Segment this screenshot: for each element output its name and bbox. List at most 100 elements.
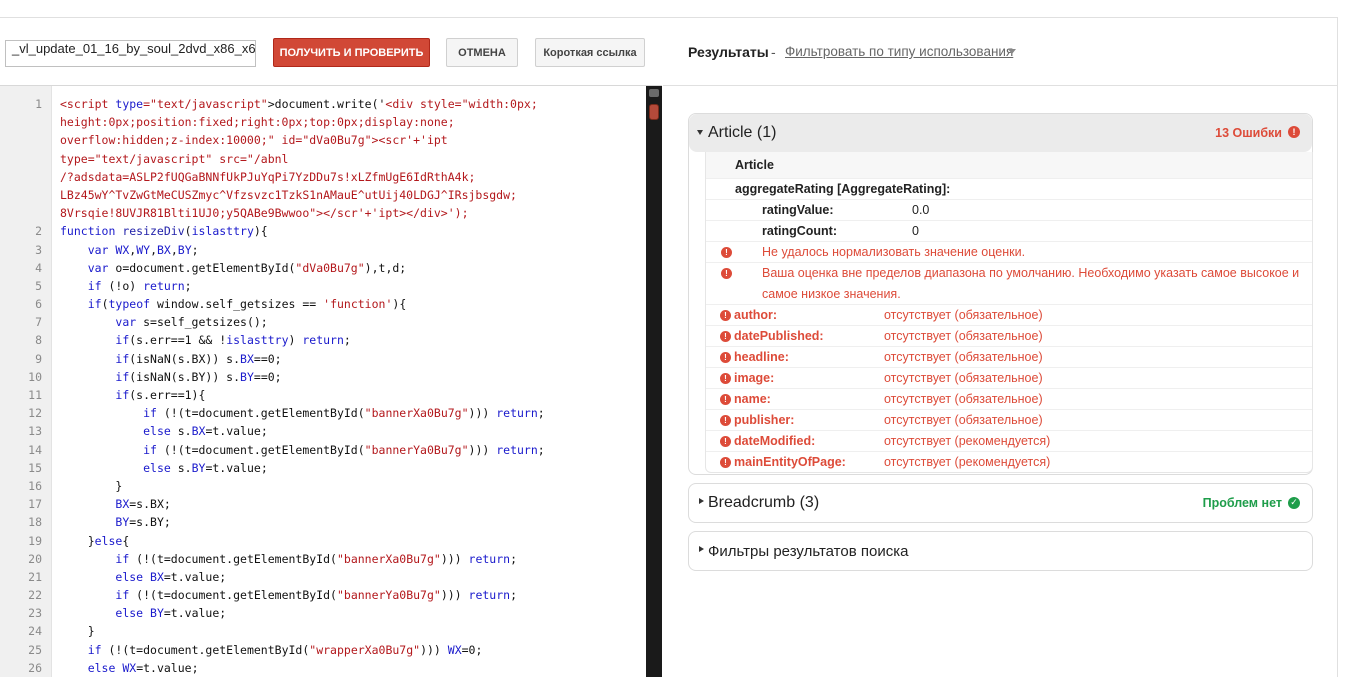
scrollbar[interactable] — [646, 86, 662, 677]
code-text: BX=s.BX; — [60, 495, 170, 513]
code-token: =t.value; — [163, 606, 227, 621]
url-input[interactable]: _vl_update_01_16_by_soul_2dvd_x86_x64 — [5, 40, 256, 67]
code-text: else s.BX=t.value; — [60, 422, 268, 440]
missing-property-row: ! publisher: отсутствует (обязательное) — [706, 409, 1312, 430]
type-label: Article — [735, 158, 774, 172]
code-text: }else{ — [60, 532, 130, 550]
code-token: type — [115, 97, 144, 111]
code-token: ( — [101, 297, 109, 312]
code-token: s. — [177, 424, 192, 439]
line-number: 24 — [28, 624, 42, 639]
line-number: 16 — [28, 478, 42, 493]
code-token: ; — [537, 406, 545, 421]
scroll-thumb[interactable] — [649, 104, 659, 120]
cancel-button[interactable]: ОТМЕНА — [446, 38, 518, 67]
article-card-header[interactable]: Article (1) 13 Ошибки ! — [689, 114, 1312, 152]
code-editor[interactable]: 1 <script type="text/javascript">document… — [0, 86, 662, 677]
code-token: return — [302, 333, 344, 348]
code-token: ))) — [440, 588, 469, 603]
code-token: ==0; — [253, 369, 282, 384]
code-token: BX — [157, 242, 171, 257]
filter-by-usage-link[interactable]: Фильтровать по типу использования — [785, 44, 1013, 59]
code-line-continuation: LBz45wY^TvZwGtMeCUSZmyc^Vfzsvzc1TzkS1nAM… — [60, 187, 517, 202]
error-icon: ! — [720, 331, 731, 342]
line-number: 7 — [35, 315, 42, 330]
code-token: (isNaN(s.BX)) s. — [129, 351, 241, 366]
toolbar: _vl_update_01_16_by_soul_2dvd_x86_x64 ПО… — [0, 18, 662, 86]
fetch-and-validate-button[interactable]: ПОЛУЧИТЬ И ПРОВЕРИТЬ — [273, 38, 430, 67]
code-token: "bannerXa0Bu7g" — [364, 406, 469, 421]
code-token: var — [87, 242, 116, 257]
code-token: ),t,d; — [364, 260, 407, 275]
code-token: =t.value; — [205, 424, 268, 439]
code-text: if (!(t=document.getElementById("wrapper… — [60, 641, 483, 659]
code-line: 15 else s.BY=t.value; — [0, 459, 645, 477]
line-number: 4 — [35, 260, 42, 275]
code-token: (!(t=document.getElementById( — [136, 551, 337, 566]
code-line: 11 if(s.err==1){ — [0, 386, 645, 404]
code-token: ; — [343, 333, 351, 348]
chevron-down-icon[interactable] — [1008, 49, 1016, 54]
line-number: 11 — [28, 388, 42, 402]
code-token: "wrapperXa0Bu7g" — [309, 642, 421, 657]
line-number: 19 — [28, 533, 42, 548]
scroll-up-button[interactable] — [649, 89, 659, 97]
code-token: (!(t=document.getElementById( — [163, 406, 365, 421]
error-icon: ! — [720, 457, 731, 468]
property-name: dateModified: — [734, 434, 816, 448]
code-token: WY — [136, 242, 151, 257]
code-text: function resizeDiv(islasttry){ — [60, 222, 268, 240]
code-token: (isNaN(s.BY)) s. — [129, 369, 241, 384]
short-link-button[interactable]: Короткая ссылка — [535, 38, 645, 67]
code-token: =t.value; — [163, 569, 227, 584]
code-token: "bannerYa0Bu7g" — [364, 442, 469, 457]
breadcrumb-status: Проблем нет — [1202, 496, 1282, 510]
missing-property-row: ! headline: отсутствует (обязательное) — [706, 346, 1312, 367]
line-number: 23 — [28, 606, 42, 621]
code-token: return — [468, 588, 511, 603]
line-number: 6 — [35, 297, 42, 312]
code-token: ; — [191, 242, 199, 257]
code-text: var o=document.getElementById("dVa0Bu7g"… — [60, 259, 407, 277]
property-name: headline: — [734, 350, 789, 364]
code-text: if (!o) return; — [60, 277, 192, 295]
code-token: =t.value; — [136, 660, 199, 675]
error-icon: ! — [1288, 126, 1300, 138]
line-number: 17 — [28, 497, 42, 512]
line-number: 15 — [28, 460, 42, 475]
code-text: else WX=t.value; — [60, 659, 199, 677]
code-token: if — [143, 406, 164, 421]
error-message: Ваша оценка вне пределов диапазона по ум… — [762, 266, 1300, 301]
code-line: 17 BX=s.BX; — [0, 495, 645, 513]
code-token: if — [87, 278, 109, 293]
code-token: if — [115, 333, 130, 348]
line-number: 21 — [28, 569, 42, 584]
line-number: 18 — [28, 515, 42, 530]
code-token: if — [115, 588, 137, 603]
property-name: publisher: — [734, 413, 795, 427]
code-token: return — [468, 551, 511, 566]
code-line: 7 var s=self_getsizes(); — [0, 313, 645, 331]
code-area[interactable]: 1 <script type="text/javascript">document… — [0, 95, 645, 677]
code-line: 18 BY=s.BY; — [0, 513, 645, 531]
code-token: <script — [60, 97, 116, 111]
source-panel: _vl_update_01_16_by_soul_2dvd_x86_x64 ПО… — [0, 18, 662, 677]
breadcrumb-card[interactable]: Breadcrumb (3) Проблем нет ✓ — [688, 483, 1313, 523]
code-line: 24 } — [0, 622, 645, 640]
code-line: 19 }else{ — [0, 532, 645, 550]
error-message: Не удалось нормализовать значение оценки… — [762, 245, 1026, 259]
code-token: "bannerXa0Bu7g" — [336, 551, 441, 566]
code-line: 9 if(isNaN(s.BX)) s.BX==0; — [0, 350, 645, 368]
line-number: 14 — [28, 442, 42, 457]
search-filters-card[interactable]: Фильтры результатов поиска — [688, 531, 1313, 571]
code-token: if — [143, 442, 164, 457]
code-token: resizeDiv — [122, 224, 185, 239]
property-name: datePublished: — [734, 329, 824, 343]
code-token: var — [87, 260, 116, 275]
code-token: else — [143, 460, 178, 475]
